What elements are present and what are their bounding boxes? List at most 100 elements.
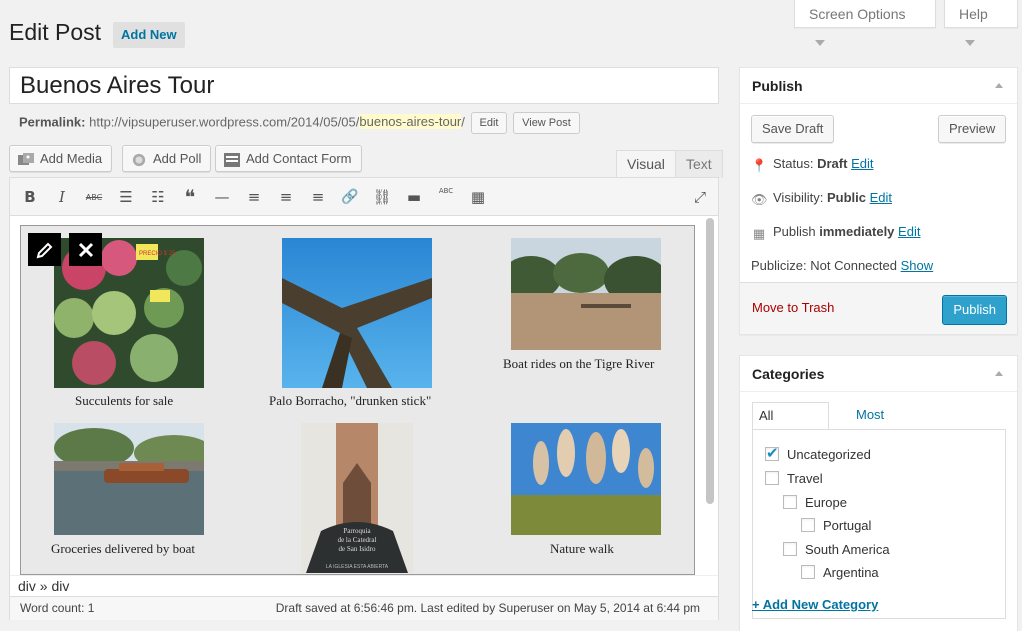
save-draft-button[interactable]: Save Draft [751, 115, 835, 143]
add-contact-form-button[interactable]: Add Contact Form [215, 145, 362, 172]
visibility-label: Visibility: [773, 190, 824, 205]
permalink-row: Permalink: http://vipsuperuser.wordpress… [19, 112, 580, 134]
gallery-image-cathedral[interactable]: Parroquia de la Catedral de San Isidro L… [301, 423, 413, 573]
tab-all-categories[interactable]: All Categories [752, 402, 829, 449]
category-label: Portugal [823, 518, 872, 533]
screen-options-tab[interactable]: Screen Options [794, 0, 936, 47]
unlink-icon[interactable]: ⛓ [372, 187, 392, 207]
checkbox[interactable] [801, 518, 815, 532]
category-item-south-america[interactable]: South America [783, 541, 890, 559]
italic-icon[interactable]: I [52, 187, 72, 207]
chevron-down-icon [815, 40, 825, 47]
fullscreen-icon[interactable]: ⤢ [690, 187, 710, 207]
checkbox[interactable] [801, 565, 815, 579]
post-title-input[interactable]: Buenos Aires Tour [9, 67, 719, 104]
publicize-show-link[interactable]: Show [901, 258, 934, 273]
visibility-row: 👁 Visibility: Public Edit [751, 188, 892, 208]
publish-button[interactable]: Publish [942, 295, 1007, 325]
gallery-image-tigre-river[interactable] [511, 238, 661, 350]
edit-gallery-button[interactable] [28, 233, 61, 266]
editor-status-bar: Word count: 1 Draft saved at 6:56:46 pm.… [10, 596, 718, 620]
edit-permalink-button[interactable]: Edit [470, 112, 508, 134]
church-sign-line: de San Isidro [339, 545, 376, 553]
checkbox[interactable] [783, 495, 797, 509]
align-left-icon[interactable]: ≡ [244, 187, 264, 207]
gallery-block[interactable]: PRECIO $ 25 Succulents for sale Palo Bor… [20, 225, 695, 575]
add-new-button[interactable]: Add New [113, 22, 185, 48]
status-label: Status: [773, 156, 814, 171]
tab-visual[interactable]: Visual [616, 150, 676, 178]
gallery-caption: Groceries delivered by boat [51, 541, 196, 556]
preview-button[interactable]: Preview [938, 115, 1007, 143]
gallery-image-palo-borracho[interactable] [282, 238, 432, 388]
remove-gallery-button[interactable] [69, 233, 102, 266]
status-value: Draft [817, 156, 848, 171]
edit-schedule-link[interactable]: Edit [898, 224, 920, 239]
edit-visibility-link[interactable]: Edit [870, 190, 892, 205]
word-count: Word count: 1 [20, 601, 95, 615]
post-status-row: 📍 Status: Draft Edit [751, 154, 873, 174]
numbered-list-icon[interactable]: ☷ [148, 187, 168, 207]
add-poll-button[interactable]: Add Poll [122, 145, 212, 172]
add-media-button[interactable]: Add Media [9, 145, 113, 172]
permalink-slug[interactable]: buenos-aires-tour [359, 114, 462, 130]
edit-status-link[interactable]: Edit [851, 156, 873, 171]
toolbar-toggle-icon[interactable]: ▦ [468, 187, 488, 207]
category-list: Uncategorized Travel Europe Portugal Sou… [752, 429, 1006, 619]
gallery-image-groceries-boat[interactable] [54, 423, 204, 535]
publish-box-header[interactable]: Publish [740, 68, 1017, 104]
view-post-button[interactable]: View Post [513, 112, 580, 134]
categories-box-title: Categories [752, 366, 825, 382]
media-icon [18, 152, 34, 165]
gallery-caption: Palo Borracho, "drunken stick" [269, 393, 432, 408]
link-icon[interactable]: 🔗 [340, 187, 360, 207]
gallery-image-nature-walk[interactable] [511, 423, 661, 535]
category-item-portugal[interactable]: Portugal [801, 517, 871, 535]
horizontal-rule-icon[interactable]: — [212, 187, 232, 207]
strikethrough-icon[interactable]: ABC [84, 187, 104, 207]
publicize-label: Publicize: Not Connected [751, 258, 897, 273]
editor-content[interactable]: PRECIO $ 25 Succulents for sale Palo Bor… [10, 216, 718, 575]
editor: B I ABC ☰ ☷ ❝ — ≡ ≡ ≡ 🔗 ⛓ ▬ ABC ▦ ⤢ PREC… [9, 177, 719, 620]
checkbox[interactable] [765, 471, 779, 485]
contact-form-icon [224, 152, 240, 167]
gallery-caption: Nature walk [550, 541, 614, 556]
collapse-icon[interactable] [995, 83, 1003, 88]
help-tab[interactable]: Help [944, 0, 1018, 47]
close-icon [78, 242, 93, 257]
blockquote-icon[interactable]: ❝ [180, 185, 200, 209]
church-footer: LA IGLESIA ESTA ABIERTA [326, 564, 389, 570]
schedule-row: ▦ Publish immediately Edit [751, 222, 921, 242]
category-item-argentina[interactable]: Argentina [801, 564, 879, 582]
publish-box: Publish Save Draft Preview 📍 Status: Draf… [739, 67, 1018, 335]
move-to-trash-link[interactable]: Move to Trash [752, 300, 834, 315]
category-item-europe[interactable]: Europe [783, 494, 847, 512]
tab-text[interactable]: Text [675, 150, 723, 178]
categories-box-header[interactable]: Categories [740, 356, 1017, 392]
tab-most-used[interactable]: Most Used [850, 402, 892, 448]
pin-icon: 📍 [751, 158, 768, 174]
align-center-icon[interactable]: ≡ [276, 187, 296, 207]
add-media-label: Add Media [40, 151, 103, 166]
gallery-caption: Boat rides on the Tigre River [503, 356, 655, 371]
schedule-value: immediately [819, 224, 895, 239]
spellcheck-icon[interactable]: ABC [436, 187, 456, 207]
poll-icon [132, 153, 146, 166]
gallery-caption: Succulents for sale [75, 393, 174, 408]
bold-icon[interactable]: B [20, 187, 40, 207]
collapse-icon[interactable] [995, 371, 1003, 376]
category-label: Uncategorized [787, 447, 871, 462]
permalink-trail: / [461, 114, 465, 130]
checkbox[interactable] [765, 444, 779, 462]
bullet-list-icon[interactable]: ☰ [116, 187, 136, 207]
editor-scrollbar[interactable] [706, 218, 714, 504]
category-item-travel[interactable]: Travel [765, 470, 823, 488]
read-more-icon[interactable]: ▬ [404, 187, 424, 207]
category-item-uncategorized[interactable]: Uncategorized [765, 444, 871, 464]
checkbox[interactable] [783, 542, 797, 556]
category-label: South America [805, 542, 890, 557]
category-label: Europe [805, 495, 847, 510]
add-new-category-link[interactable]: + Add New Category [752, 597, 878, 612]
align-right-icon[interactable]: ≡ [308, 187, 328, 207]
category-label: Travel [787, 471, 823, 486]
